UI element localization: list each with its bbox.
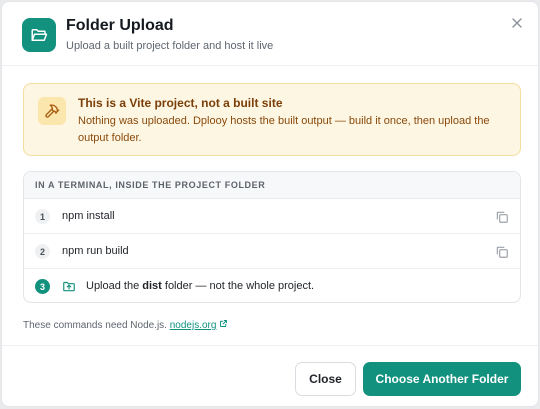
folder-upload-dialog: Folder Upload Upload a built project fol… bbox=[1, 1, 539, 407]
upload-suffix: folder — not the whole project. bbox=[161, 280, 315, 292]
step-upload: 3 Upload the dist folder — not the whole… bbox=[24, 269, 520, 302]
folder-open-icon bbox=[22, 18, 56, 52]
upload-prefix: Upload the bbox=[86, 280, 143, 292]
dist-folder-label: dist bbox=[142, 280, 162, 292]
nodejs-link-label: nodejs.org bbox=[169, 320, 217, 331]
dialog-header: Folder Upload Upload a built project fol… bbox=[2, 2, 538, 66]
hammer-icon bbox=[38, 97, 66, 125]
step-build: 2 npm run build bbox=[24, 234, 520, 269]
terminal-steps: IN A TERMINAL, INSIDE THE PROJECT FOLDER… bbox=[23, 171, 521, 303]
step-command: npm install bbox=[62, 210, 115, 222]
alert-title: This is a Vite project, not a built site bbox=[78, 96, 283, 110]
step-upload-text: Upload the dist folder — not the whole p… bbox=[86, 280, 314, 292]
choose-another-folder-button[interactable]: Choose Another Folder bbox=[363, 362, 521, 396]
folder-upload-icon bbox=[62, 279, 76, 293]
external-link-icon bbox=[219, 320, 228, 331]
dialog-footer: Close Choose Another Folder bbox=[2, 345, 538, 408]
node-requirement-note: These commands need Node.js. nodejs.org bbox=[23, 319, 228, 331]
copy-icon[interactable] bbox=[495, 245, 509, 259]
copy-icon[interactable] bbox=[495, 210, 509, 224]
warning-alert: This is a Vite project, not a built site… bbox=[23, 83, 521, 156]
step-number: 1 bbox=[35, 209, 50, 224]
step-number: 3 bbox=[35, 279, 50, 294]
close-icon[interactable] bbox=[508, 14, 526, 32]
step-number: 2 bbox=[35, 244, 50, 259]
note-text: These commands need Node.js. bbox=[23, 320, 167, 331]
nodejs-link[interactable]: nodejs.org bbox=[170, 320, 217, 331]
step-install: 1 npm install bbox=[24, 199, 520, 234]
close-button[interactable]: Close bbox=[295, 362, 356, 396]
dialog-title: Folder Upload bbox=[66, 17, 174, 34]
steps-heading: IN A TERMINAL, INSIDE THE PROJECT FOLDER bbox=[24, 172, 520, 199]
alert-body: Nothing was uploaded. Dplooy hosts the b… bbox=[78, 115, 490, 144]
step-command: npm run build bbox=[62, 245, 129, 257]
dialog-subtitle: Upload a built project folder and host i… bbox=[66, 40, 274, 52]
